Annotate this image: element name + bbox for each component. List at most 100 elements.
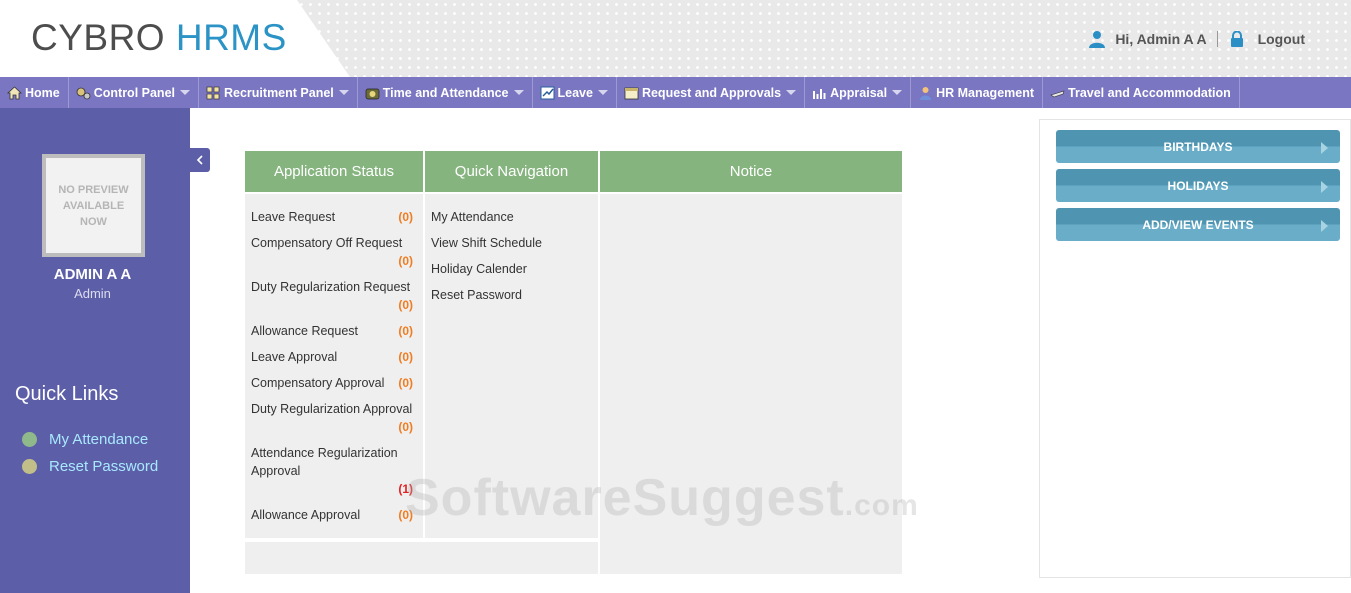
status-label: Allowance Approval [251,508,361,522]
nav-label: Home [25,85,60,100]
chevron-down-icon [892,90,903,95]
quick-link-label: Reset Password [49,458,159,475]
user-greeting: Hi, Admin A A [1115,31,1207,47]
profile-name: ADMIN A A [53,266,132,283]
status-count: (0) [398,324,413,338]
quick-navigation-header: Quick Navigation [425,151,598,192]
status-count: (0) [398,350,413,364]
button-label: BIRTHDAYS [1163,139,1233,154]
person-icon [920,86,932,100]
quick-nav-view-shift-schedule[interactable]: View Shift Schedule [431,234,598,260]
status-row-duty-regularization-approval[interactable]: Duty Regularization Approval (0) [251,400,423,444]
nav-label: Recruitment Panel [224,85,334,100]
logo-text-cybro: CYBRO [31,17,166,58]
nav-label: Time and Attendance [382,85,509,100]
home-icon [7,85,22,99]
application-status-header: Application Status [245,151,423,192]
quick-nav-my-attendance[interactable]: My Attendance [431,208,598,234]
status-row-duty-regularization-request[interactable]: Duty Regularization Request (0) [251,278,423,322]
grid-icon [206,86,220,99]
status-label: Compensatory Approval [251,376,385,390]
nav-label: Control Panel [93,85,175,100]
watermark-main: SoftwareSuggest [405,469,845,527]
nav-item-home[interactable]: Home [0,77,69,108]
nav-item-time-attendance[interactable]: Time and Attendance [358,77,533,108]
quick-link-my-attendance[interactable]: My Attendance [22,426,158,453]
quick-link-reset-password[interactable]: Reset Password [22,453,158,480]
status-count: (0) [398,298,413,312]
clock-icon [365,88,380,99]
plane-icon [1050,90,1065,97]
chevron-down-icon [513,90,524,95]
status-row-compensatory-approval[interactable]: Compensatory Approval (0) [251,374,423,400]
gears-icon [76,87,91,99]
panel-title: Application Status [273,163,395,180]
left-sidebar: NO PREVIEW AVAILABLE NOW ADMIN A A Admin… [0,108,190,593]
top-header: CYBRO HRMS Hi, Admin A A Logout [0,0,1351,77]
arrow-right-icon [1321,181,1328,193]
avatar[interactable]: NO PREVIEW AVAILABLE NOW [42,154,145,257]
nav-item-travel-accommodation[interactable]: Travel and Accommodation [1043,77,1240,108]
chart-icon [540,86,554,99]
user-icon [1089,31,1106,48]
lock-icon [1230,31,1243,47]
status-row-leave-request[interactable]: Leave Request (0) [251,208,423,234]
nav-item-hr-management[interactable]: HR Management [911,77,1044,108]
nav-item-recruitment-panel[interactable]: Recruitment Panel [199,77,358,108]
panel-title: Quick Navigation [454,163,569,180]
arrow-right-icon [1321,220,1328,232]
status-count: (0) [398,254,413,268]
status-count: (0) [398,210,413,224]
nav-item-control-panel[interactable]: Control Panel [69,77,199,108]
chevron-left-icon [196,155,203,165]
nav-item-leave[interactable]: Leave [533,77,617,108]
status-label: Duty Regularization Approval [251,402,413,416]
status-label: Duty Regularization Request [251,280,411,294]
quick-links-list: My Attendance Reset Password [22,426,158,480]
status-row-attendance-regularization-approval[interactable]: Attendance Regularization Approval (1) [251,444,423,506]
birthdays-button[interactable]: BIRTHDAYS [1056,130,1340,163]
logo-text-hrms: HRMS [175,17,287,58]
bar-chart-icon [813,88,826,99]
status-label: Allowance Request [251,324,359,338]
status-count: (0) [398,376,413,390]
header-divider [1216,31,1218,47]
user-area: Hi, Admin A A Logout [1089,30,1305,48]
quick-links-title: Quick Links [15,383,119,405]
chevron-down-icon [597,90,608,95]
status-label: Attendance Regularization Approval [251,446,398,478]
profile-role: Admin [74,286,111,301]
quick-nav-reset-password[interactable]: Reset Password [431,286,598,312]
watermark-suffix: .com [844,489,919,522]
calendar-icon [624,87,639,99]
nav-label: Travel and Accommodation [1068,85,1231,100]
nav-label: HR Management [936,85,1035,100]
status-row-leave-approval[interactable]: Leave Approval (0) [251,348,423,374]
chevron-down-icon [338,90,349,95]
logout-link[interactable]: Logout [1258,31,1305,47]
holidays-button[interactable]: HOLIDAYS [1056,169,1340,202]
status-label: Compensatory Off Request [251,236,403,250]
logo-area: CYBRO HRMS [0,0,350,77]
app-logo[interactable]: CYBRO HRMS [31,17,287,59]
avatar-placeholder-text: NO PREVIEW AVAILABLE NOW [58,183,129,228]
status-label: Leave Approval [251,350,338,364]
sidebar-collapse-button[interactable] [190,148,210,172]
nav-label: Request and Approvals [641,85,782,100]
bullet-dot-icon [22,432,37,447]
quick-link-label: My Attendance [49,431,149,448]
add-view-events-button[interactable]: ADD/VIEW EVENTS [1056,208,1340,241]
button-label: HOLIDAYS [1167,178,1229,193]
events-panel: BIRTHDAYS HOLIDAYS ADD/VIEW EVENTS [1039,119,1351,578]
status-row-allowance-approval[interactable]: Allowance Approval (0) [251,506,423,532]
nav-item-appraisal[interactable]: Appraisal [805,77,912,108]
panel-title: Notice [729,163,773,180]
status-row-compensatory-off-request[interactable]: Compensatory Off Request (0) [251,234,423,278]
nav-item-request-approvals[interactable]: Request and Approvals [617,77,806,108]
status-row-allowance-request[interactable]: Allowance Request (0) [251,322,423,348]
quick-nav-holiday-calender[interactable]: Holiday Calender [431,260,598,286]
panel-footer-strip [245,542,598,574]
chevron-down-icon [786,90,797,95]
nav-label: Leave [557,85,593,100]
arrow-right-icon [1321,142,1328,154]
